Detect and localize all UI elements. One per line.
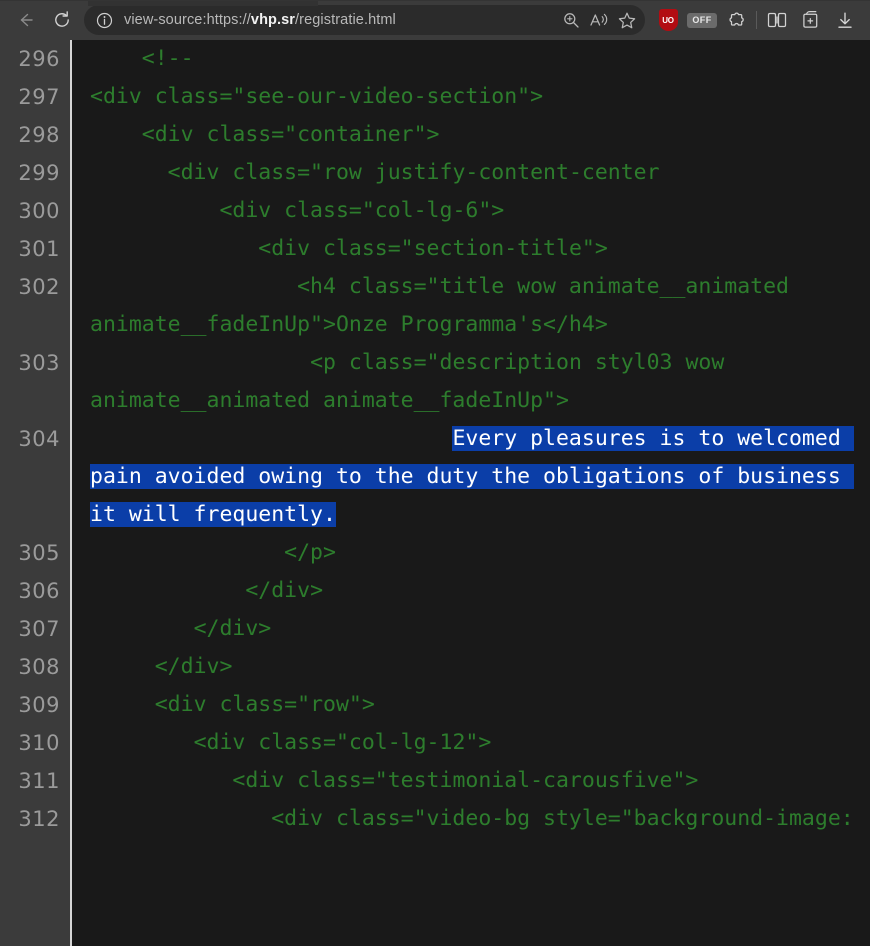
line-code[interactable]: <div class="see-our-video-section"> — [74, 78, 870, 116]
url-prefix: view-source:https:// — [124, 12, 251, 28]
line-number: 309 — [18, 693, 60, 717]
line-code[interactable]: <div class="row justify-content-center — [74, 154, 870, 192]
off-toggle-badge: OFF — [687, 12, 717, 28]
site-information-icon[interactable] — [92, 8, 116, 32]
source-line: 307 </div> — [18, 610, 870, 648]
line-number: 303 — [18, 351, 60, 375]
line-number: 300 — [18, 199, 60, 223]
source-line: 304 Every pleasures is to welcomed pain … — [18, 420, 870, 534]
toggle-extension-button[interactable]: OFF — [685, 5, 719, 35]
refresh-icon — [55, 11, 69, 27]
line-number: 301 — [18, 237, 60, 261]
line-number: 306 — [18, 579, 60, 603]
line-code[interactable]: <div class="col-lg-6"> — [74, 192, 870, 230]
line-number: 304 — [18, 427, 60, 451]
source-line: 297 <div class="see-our-video-section"> — [18, 78, 870, 116]
line-number: 307 — [18, 617, 60, 641]
line-code[interactable]: <div class="row"> — [74, 686, 870, 724]
collections-button[interactable] — [794, 5, 828, 35]
url-suffix: /registratie.html — [295, 12, 396, 28]
downloads-button[interactable] — [828, 5, 862, 35]
url-host: vhp.sr — [250, 12, 296, 28]
line-number: 302 — [18, 275, 60, 299]
read-aloud-icon — [590, 13, 608, 26]
source-line: 303 <p class="description styl03 wow ani… — [18, 344, 870, 420]
split-screen-icon — [767, 12, 787, 28]
puzzle-piece-icon — [728, 12, 744, 26]
source-line: 296 <!-- — [18, 40, 870, 78]
line-code[interactable]: </div> — [74, 572, 870, 610]
source-line: 301 <div class="section-title"> — [18, 230, 870, 268]
line-code[interactable]: <p class="description styl03 wow animate… — [74, 344, 870, 420]
favorite-star-icon — [618, 12, 636, 28]
search-zoom-icon — [564, 13, 579, 28]
browser-toolbar: view-source:https://vhp.sr/registratie.h… — [0, 0, 870, 40]
source-line: 308 </div> — [18, 648, 870, 686]
downloads-arrow-icon — [838, 12, 852, 28]
address-bar[interactable]: view-source:https://vhp.sr/registratie.h… — [84, 5, 645, 35]
tab-strip-edge — [0, 0, 870, 1]
shield-icon: UO — [658, 9, 678, 31]
source-line: 310 <div class="col-lg-12"> — [18, 724, 870, 762]
line-code[interactable]: </div> — [74, 610, 870, 648]
line-code[interactable]: Every pleasures is to welcomed pain avoi… — [74, 420, 870, 534]
extensions-button[interactable] — [719, 5, 753, 35]
read-aloud-button[interactable] — [585, 7, 613, 33]
source-line: 311 <div class="testimonial-carousfive"> — [18, 762, 870, 800]
info-circle-icon — [96, 12, 112, 28]
source-code-lines: 296 <!-- 297 <div class="see-our-video-sec… — [18, 40, 870, 838]
line-code[interactable]: </div> — [74, 648, 870, 686]
source-line: 302 <h4 class="title wow animate__animat… — [18, 268, 870, 344]
back-arrow-icon — [20, 13, 33, 27]
split-screen-button[interactable] — [760, 5, 794, 35]
zoom-button[interactable] — [557, 7, 585, 33]
line-code[interactable]: <div class="section-title"> — [74, 230, 870, 268]
back-button[interactable] — [8, 5, 44, 35]
toolbar-separator — [756, 11, 757, 29]
line-number: 312 — [18, 807, 60, 831]
source-line: 300 <div class="col-lg-6"> — [18, 192, 870, 230]
favorite-button[interactable] — [613, 7, 641, 33]
view-source-document[interactable]: 296 <!-- 297 <div class="see-our-video-sec… — [0, 40, 870, 946]
selected-text[interactable]: Every pleasures is to welcomed pain avoi… — [90, 426, 854, 527]
refresh-button[interactable] — [44, 5, 80, 35]
line-number: 297 — [18, 85, 60, 109]
shield-label: UO — [662, 15, 674, 25]
line-number: 299 — [18, 161, 60, 185]
url-text[interactable]: view-source:https://vhp.sr/registratie.h… — [116, 12, 557, 28]
source-line: 309 <div class="row"> — [18, 686, 870, 724]
source-line: 312 <div class="video-bg style="backgrou… — [18, 800, 870, 838]
line-code[interactable]: <div class="video-bg style="background-i… — [74, 800, 870, 838]
line-code[interactable]: <div class="col-lg-12"> — [74, 724, 870, 762]
tracking-prevention-button[interactable]: UO — [651, 5, 685, 35]
line-number: 296 — [18, 47, 60, 71]
line-code[interactable]: <h4 class="title wow animate__animated a… — [74, 268, 870, 344]
line-number: 310 — [18, 731, 60, 755]
source-line: 299 <div class="row justify-content-cent… — [18, 154, 870, 192]
line-code[interactable]: </p> — [74, 534, 870, 572]
source-line: 305 </p> — [18, 534, 870, 572]
line-code[interactable]: <!-- — [74, 40, 870, 78]
line-number: 298 — [18, 123, 60, 147]
source-line: 306 </div> — [18, 572, 870, 610]
source-line: 298 <div class="container"> — [18, 116, 870, 154]
add-to-collections-icon — [803, 10, 818, 28]
line-code[interactable]: <div class="container"> — [74, 116, 870, 154]
line-code[interactable]: <div class="testimonial-carousfive"> — [74, 762, 870, 800]
line-number: 311 — [18, 769, 60, 793]
line-number: 305 — [18, 541, 60, 565]
source-code-area[interactable]: 296 <!-- 297 <div class="see-our-video-sec… — [18, 40, 870, 946]
line-number: 308 — [18, 655, 60, 679]
